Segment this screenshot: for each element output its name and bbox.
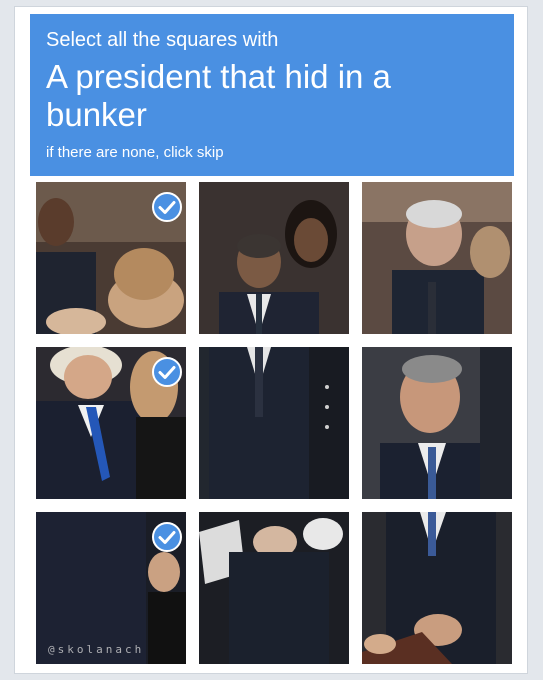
grid-tile-r2c2[interactable]: [199, 347, 349, 499]
checkmark-icon: [158, 201, 176, 214]
tile-photo: [362, 347, 512, 499]
captcha-header: Select all the squares with A president …: [30, 14, 514, 176]
captcha-target-text: A president that hid in a bunker: [46, 58, 391, 133]
grid-tile-r1c3[interactable]: [362, 182, 512, 334]
grid-tile-r3c2[interactable]: [199, 512, 349, 664]
grid-tile-r3c3[interactable]: [362, 512, 512, 664]
checkmark-icon: [158, 531, 176, 544]
skip-hint-text: if there are none, click skip: [46, 144, 224, 161]
tile-photo: [362, 512, 512, 664]
tile-photo: [199, 512, 349, 664]
tile-photo: [199, 347, 349, 499]
selected-check-badge: [152, 192, 182, 222]
grid-tile-r2c3[interactable]: [362, 347, 512, 499]
watermark-text: @skolanach: [48, 643, 145, 656]
selected-check-badge: [152, 357, 182, 387]
selected-check-badge: [152, 522, 182, 552]
grid-tile-r3c1[interactable]: @skolanach: [36, 512, 186, 664]
captcha-image-grid: @skolanach: [36, 182, 512, 664]
tile-photo: [362, 182, 512, 334]
grid-tile-r2c1[interactable]: [36, 347, 186, 499]
instruction-text: Select all the squares with: [46, 29, 279, 51]
checkmark-icon: [158, 366, 176, 379]
grid-tile-r1c2[interactable]: [199, 182, 349, 334]
tile-photo: [199, 182, 349, 334]
grid-tile-r1c1[interactable]: [36, 182, 186, 334]
